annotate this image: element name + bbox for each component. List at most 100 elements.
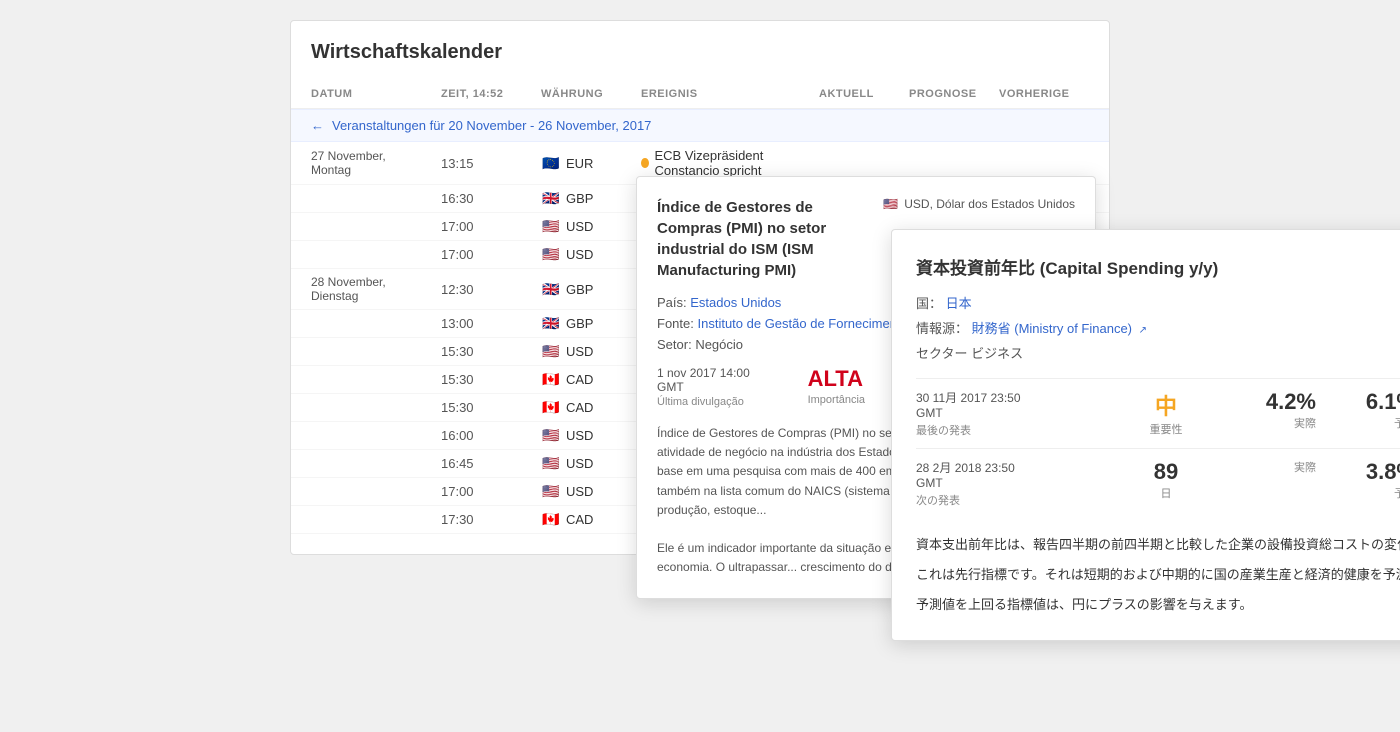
eur-flag: 🇪🇺 — [541, 156, 561, 170]
currency-cell: 🇺🇸 USD — [541, 219, 641, 234]
date-value2: GMT — [916, 406, 943, 420]
next-date-value2: GMT — [916, 476, 943, 490]
cad-flag: 🇨🇦 — [541, 401, 561, 415]
currency-cell: 🇺🇸 USD — [541, 484, 641, 499]
last-release-date: 1 nov 2017 14:00 GMT — [657, 366, 778, 394]
importance-value: ALTA — [808, 366, 865, 392]
japan-popup: 資本投資前年比 (Capital Spending y/y) JPY, 日本円 … — [891, 229, 1400, 641]
currency-cell: 🇪🇺 EUR — [541, 156, 641, 171]
japan-next-forecast: 3.8% 予測 — [1316, 459, 1400, 508]
event-cell: ECB Vizepräsident Constancio spricht — [641, 148, 819, 178]
usd-flag: 🇺🇸 — [541, 345, 561, 359]
forecast-lbl: 予測 — [1394, 415, 1400, 431]
gbp-flag: 🇬🇧 — [541, 317, 561, 331]
time-cell: 16:30 — [441, 191, 541, 206]
next-importance-val: 89 — [1154, 459, 1178, 485]
next-forecast-val: 3.8% — [1366, 459, 1400, 485]
japan-next-date: 28 2月 2018 23:50 GMT 次の発表 — [916, 459, 1116, 508]
currency-label: EUR — [566, 156, 593, 171]
time-cell: 17:00 — [441, 484, 541, 499]
currency-label: GBP — [566, 282, 593, 297]
last-release-block: 1 nov 2017 14:00 GMT Última divulgação — [657, 366, 778, 408]
date-cell: 28 November,Dienstag — [311, 275, 441, 303]
japan-country-link[interactable]: 日本 — [946, 296, 972, 311]
currency-label: CAD — [566, 512, 593, 527]
gbp-flag: 🇬🇧 — [541, 192, 561, 206]
next-importance-lbl: 日 — [1161, 485, 1172, 501]
japan-popup-header: 資本投資前年比 (Capital Spending y/y) JPY, 日本円 — [916, 254, 1400, 279]
japan-last-actual: 4.2% 実際 — [1216, 389, 1316, 438]
currency-label: CAD — [566, 400, 593, 415]
time-cell: 16:45 — [441, 456, 541, 471]
event-name: ECB Vizepräsident Constancio spricht — [655, 148, 820, 178]
header-wahrung: WÄHRUNG — [541, 88, 641, 100]
forecast-val: 6.1% — [1366, 389, 1400, 415]
currency-label: CAD — [566, 372, 593, 387]
japan-source: 情報源： 財務省 (Ministry of Finance) ↗ — [916, 318, 1400, 337]
time-cell: 13:00 — [441, 316, 541, 331]
japan-sector: セクター ビジネス — [916, 343, 1400, 362]
gbp-flag: 🇬🇧 — [541, 282, 561, 296]
currency-cell: 🇬🇧 GBP — [541, 316, 641, 331]
header-aktuell: AKTUELL — [819, 88, 909, 100]
time-cell: 15:30 — [441, 372, 541, 387]
time-cell: 16:00 — [441, 428, 541, 443]
last-release-label: Última divulgação — [657, 396, 778, 408]
currency-label: USD — [566, 219, 593, 234]
japan-next-release-row: 28 2月 2018 23:50 GMT 次の発表 89 日 実際 3.8% 予… — [916, 448, 1400, 518]
pmi-currency-badge: 🇺🇸 USD, Dólar dos Estados Unidos — [883, 197, 1075, 211]
currency-cell: 🇨🇦 CAD — [541, 372, 641, 387]
currency-cell: 🇺🇸 USD — [541, 344, 641, 359]
external-link-icon: ↗ — [1139, 325, 1147, 336]
currency-cell: 🇺🇸 USD — [541, 247, 641, 262]
date-value: 30 11月 2017 23:50 — [916, 389, 1021, 406]
currency-cell: 🇺🇸 USD — [541, 456, 641, 471]
japan-next-importance: 89 日 — [1116, 459, 1216, 508]
economic-calendar: Wirtschaftskalender DATUM ZEIT, 14:52 WÄ… — [290, 20, 1110, 555]
time-cell: 12:30 — [441, 282, 541, 297]
banner-arrow: ← — [311, 118, 324, 133]
currency-label: USD — [566, 428, 593, 443]
currency-label: USD — [566, 344, 593, 359]
usd-flag: 🇺🇸 — [541, 457, 561, 471]
importance-lbl: 重要性 — [1150, 421, 1183, 437]
usd-flag-popup: 🇺🇸 — [883, 197, 898, 211]
events-banner-link[interactable]: Veranstaltungen für 20 November - 26 Nov… — [332, 118, 651, 133]
next-date-value: 28 2月 2018 23:50 — [916, 459, 1015, 476]
usd-flag: 🇺🇸 — [541, 248, 561, 262]
actual-lbl: 実際 — [1294, 415, 1316, 431]
japan-source-link[interactable]: 財務省 (Ministry of Finance) ↗ — [972, 321, 1147, 336]
time-cell: 15:30 — [441, 344, 541, 359]
currency-label: USD — [566, 247, 593, 262]
currency-cell: 🇨🇦 CAD — [541, 400, 641, 415]
japan-last-release-row: 30 11月 2017 23:50 GMT 最後の発表 中 重要性 4.2% 実… — [916, 378, 1400, 448]
japan-desc1: 資本支出前年比は、報告四半期の前四半期と比較した企業の設備投資総コストの変化を評… — [916, 534, 1400, 616]
japan-last-date: 30 11月 2017 23:50 GMT 最後の発表 — [916, 389, 1116, 438]
japan-last-forecast: 6.1% 予測 — [1316, 389, 1400, 438]
pais-link[interactable]: Estados Unidos — [690, 295, 781, 310]
calendar-header: DATUM ZEIT, 14:52 WÄHRUNG EREIGNIS AKTUE… — [291, 80, 1109, 109]
next-date-label: 次の発表 — [916, 492, 960, 508]
time-cell: 17:00 — [441, 219, 541, 234]
importance-block: ALTA Importância — [808, 366, 865, 406]
date-label: 最後の発表 — [916, 422, 971, 438]
importance-dot — [641, 158, 649, 168]
next-actual-lbl: 実際 — [1294, 459, 1316, 475]
header-datum: DATUM — [311, 88, 441, 100]
pmi-title: Índice de Gestores de Compras (PMI) no s… — [657, 197, 873, 281]
usd-currency-name: USD, Dólar dos Estados Unidos — [904, 197, 1075, 211]
time-cell: 17:30 — [441, 512, 541, 527]
importance-val: 中 — [1155, 389, 1177, 421]
japan-country: 国： 日本 — [916, 293, 1400, 312]
usd-flag: 🇺🇸 — [541, 429, 561, 443]
japan-next-actual: 実際 — [1216, 459, 1316, 508]
cad-flag: 🇨🇦 — [541, 513, 561, 527]
time-cell: 17:00 — [441, 247, 541, 262]
currency-cell: 🇬🇧 GBP — [541, 282, 641, 297]
events-banner[interactable]: ← Veranstaltungen für 20 November - 26 N… — [291, 109, 1109, 142]
currency-label: USD — [566, 484, 593, 499]
currency-cell: 🇺🇸 USD — [541, 428, 641, 443]
next-forecast-lbl: 予測 — [1394, 485, 1400, 501]
usd-flag: 🇺🇸 — [541, 485, 561, 499]
header-ereignis: EREIGNIS — [641, 88, 819, 100]
